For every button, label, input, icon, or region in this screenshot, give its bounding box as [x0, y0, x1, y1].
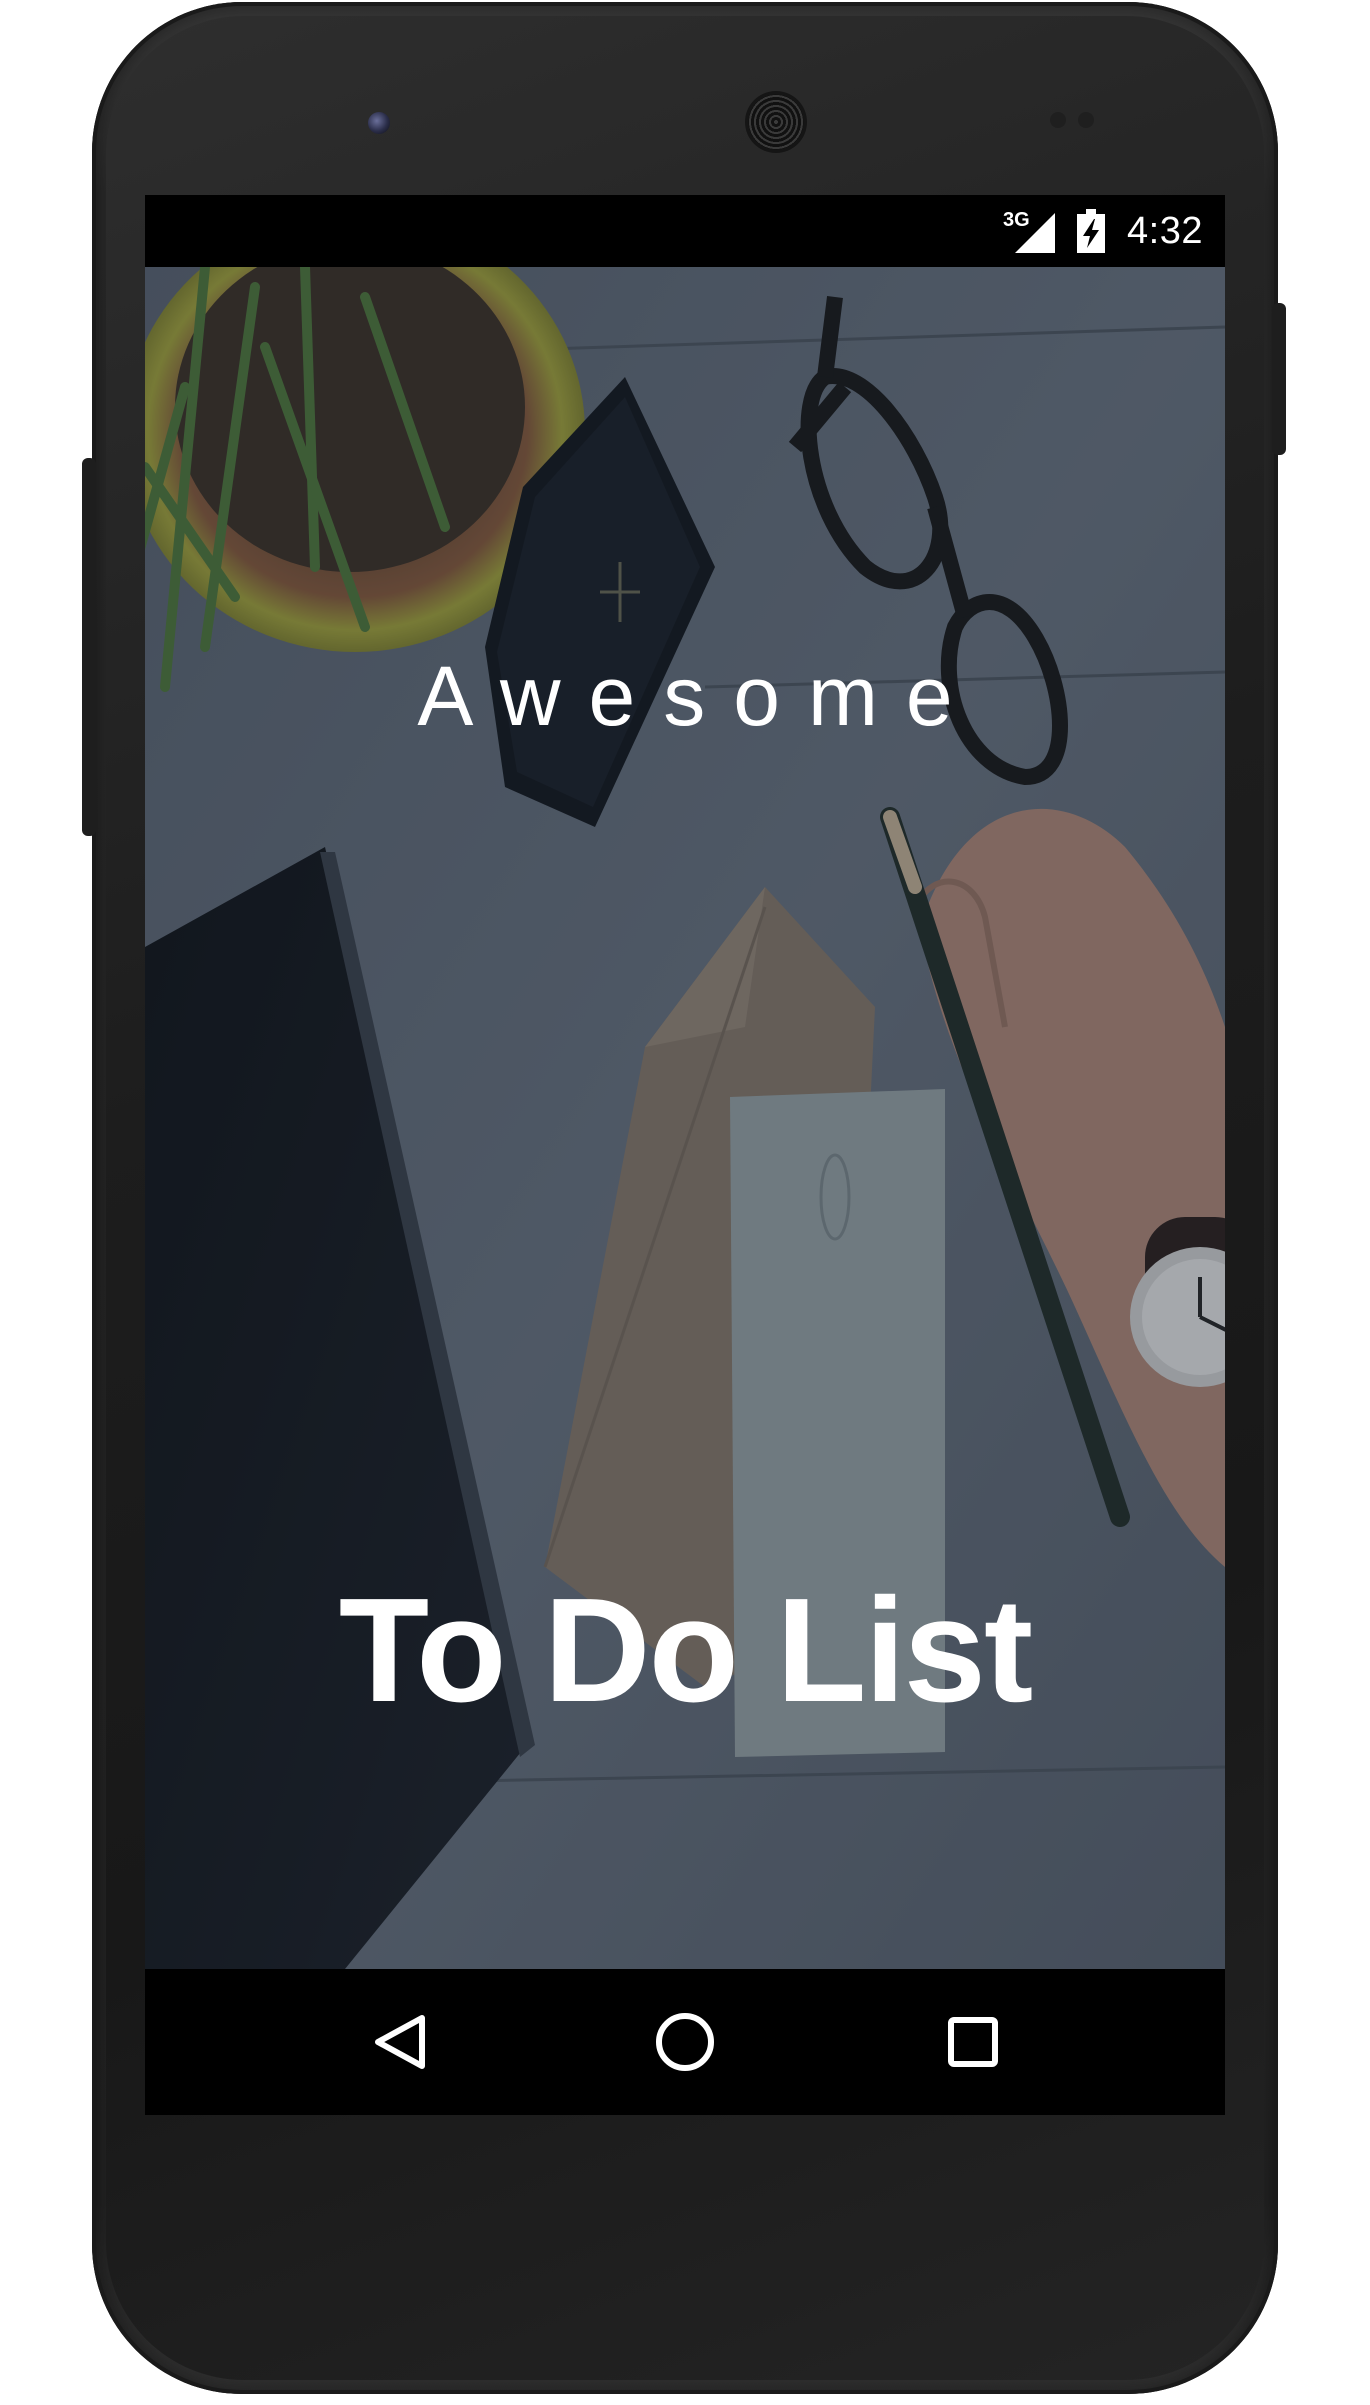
- volume-rocker: [82, 458, 96, 836]
- splash-subtitle: Awesome: [417, 649, 981, 743]
- home-icon: [656, 2013, 714, 2071]
- navigation-bar: [145, 1969, 1225, 2115]
- battery-charging-icon: [1077, 209, 1106, 253]
- proximity-sensor: [1050, 112, 1066, 128]
- back-button[interactable]: [364, 2006, 436, 2078]
- status-clock: 4:32: [1127, 209, 1203, 252]
- status-icons: 3G 4:32: [1003, 195, 1203, 267]
- splash-screen: Awesome To Do List: [145, 267, 1225, 1969]
- status-bar: 3G 4:32: [145, 195, 1225, 267]
- power-button: [1272, 303, 1286, 455]
- home-button[interactable]: [649, 2006, 721, 2078]
- earpiece-speaker: [748, 94, 804, 150]
- signal-icon: 3G: [1003, 209, 1056, 253]
- light-sensor: [1078, 112, 1094, 128]
- front-camera: [368, 112, 390, 134]
- splash-title: To Do List: [338, 1568, 1033, 1733]
- recents-button[interactable]: [937, 2006, 1009, 2078]
- recents-icon: [948, 2017, 998, 2067]
- back-icon: [375, 2015, 425, 2069]
- phone-screen: 3G 4:32 Awesome To Do List: [145, 195, 1225, 2115]
